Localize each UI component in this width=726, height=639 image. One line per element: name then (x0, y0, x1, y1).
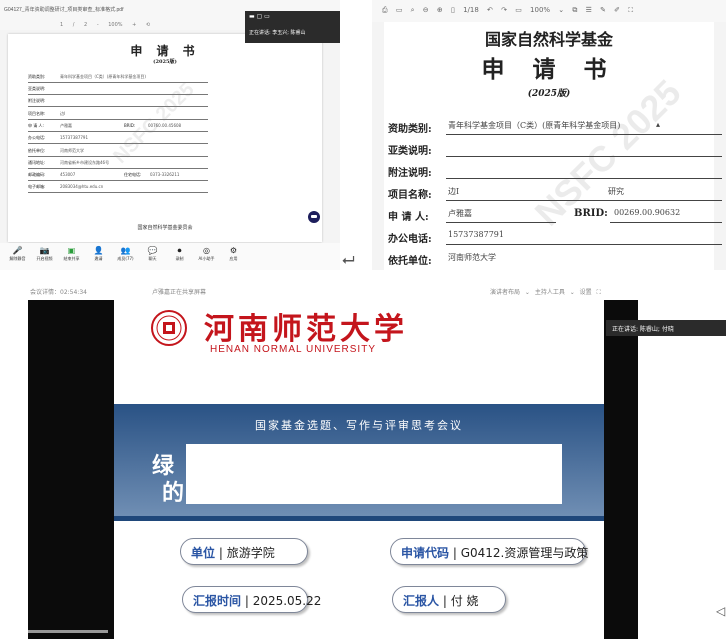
form-row: 项目名称: 边I 研究 (388, 182, 722, 204)
doc-footer: 国家自然科学基金委员会 (137, 225, 193, 231)
apply-code-pill: 申请代码 | G0412.资源管理与政策 (390, 538, 588, 565)
share-icon: ▣ (67, 246, 76, 255)
form-row: 附注说明: (28, 98, 208, 107)
floating-chat-icon[interactable] (308, 211, 320, 223)
form-row: 亚类说明: (28, 86, 208, 95)
form-row: 资助类别: 青年科学基金项目（C类）(原青年科学基金项目) ▴ (388, 116, 722, 138)
phone-value: 0373-3326211 (150, 172, 180, 177)
stop-share-button[interactable]: ▣ 结束共享 (58, 243, 85, 270)
speaker-panel: ▬ ▢ ▭ 正在讲话: 李玉兴; 陈睿山 (245, 11, 340, 43)
ai-icon: ◎ (203, 246, 210, 255)
back-arrow-icon[interactable]: ⮠ (342, 250, 355, 270)
invite-button[interactable]: 👤 邀请 (85, 243, 112, 270)
reporter-pill: 汇报人 | 付 娆 (392, 586, 506, 613)
doc-title: 申 请 书 (130, 44, 200, 58)
form-row: 资助类别: 青年科学基金项目（C类）(原青年科学基金项目) (28, 74, 208, 83)
brid-label: BRID: (574, 208, 608, 219)
document-viewer-right: ⎙ ▭ ⌕ ⊖ ⊕ ▯ 1/18 ↶ ↷ ▭ 100% ⌄ ⧉ ☰ ✎ ✐ ⛶ … (372, 0, 726, 270)
report-time-pill: 汇报时间 | 2025.05.22 (182, 586, 321, 613)
university-seal-icon (151, 310, 187, 346)
meeting-time[interactable]: 会议详情：02:54:34 (30, 287, 87, 296)
ai-assistant-button[interactable]: ◎ AI小助手 (193, 243, 220, 270)
doc-year: (2025版) (153, 59, 177, 65)
camera-icon: 📷 (39, 246, 50, 255)
brid-value: 00760.00.45608 (148, 123, 182, 128)
start-video-button[interactable]: 📷 开启视频 (31, 243, 58, 270)
form-row: 项目名称: 边I (28, 111, 208, 120)
brid-value: 00269.00.90632 (614, 208, 681, 217)
invite-icon: 👤 (93, 246, 104, 255)
collapse-panel-icon[interactable]: ◁ (716, 604, 725, 618)
slide-title-line2: 的 (162, 481, 185, 506)
shared-screen-view: 会议详情：02:54:34 卢雅嘉正在共享屏幕 演讲者布局 ⌄ 主持人工具 ⌄ … (0, 282, 726, 639)
mic-icon: 🎤 (12, 246, 23, 255)
layout-controls[interactable]: 演讲者布局 ⌄ 主持人工具 ⌄ 设置 ⛶ (490, 287, 601, 297)
phone-label: 住宅电话: (124, 172, 142, 177)
brid-label: BRID: (124, 123, 136, 128)
meeting-top-bar: 会议详情：02:54:34 卢雅嘉正在共享屏幕 演讲者布局 ⌄ 主持人工具 ⌄ … (0, 282, 726, 300)
speaking-indicator: 正在讲话: 陈睿山; 付晓 (606, 320, 726, 336)
form-row: 办公电话: 15737387791 (388, 226, 722, 248)
apps-button[interactable]: ⚙ 应用 (220, 243, 247, 270)
speaking-indicator: 正在讲话: 李玉兴; 陈睿山 (249, 30, 306, 36)
window-controls-icon[interactable]: ▬ ▢ ▭ (249, 13, 329, 23)
doc-heading: 国家自然科学基金 (484, 30, 613, 49)
scrollbar[interactable] (28, 630, 108, 633)
members-icon: 👥 (120, 246, 131, 255)
form-row: 办公电话: 15737387791 (28, 135, 208, 144)
university-name-cn: 河南师范大学 (204, 312, 408, 347)
pdf-page: 申 请 书 (2025版) NSFC 2025 资助类别: 青年科学基金项目（C类… (8, 34, 322, 242)
record-icon: ⏺ (177, 246, 182, 255)
pdf-toolbar-right[interactable]: ⎙ ▭ ⌕ ⊖ ⊕ ▯ 1/18 ↶ ↷ ▭ 100% ⌄ ⧉ ☰ ✎ ✐ ⛶ (372, 0, 726, 22)
form-row: 邮政编码: 453007 住宅电话: 0373-3326211 (28, 172, 208, 181)
pdf-page-right: 国家自然科学基金 申 请 书 (2025版) NSFC 2025 资助类别: 青… (384, 22, 722, 270)
dropdown-caret-icon[interactable]: ▴ (656, 120, 660, 129)
form-row: 亚类说明: (388, 138, 722, 160)
university-name-en: HENAN NORMAL UNIVERSITY (210, 344, 376, 355)
chat-button[interactable]: 💬 聊天 (139, 243, 166, 270)
conference-title: 国家基金选题、写作与评审思考会议 (255, 419, 463, 432)
apps-icon: ⚙ (229, 246, 238, 255)
members-button[interactable]: 👥 成员(77) (112, 243, 139, 270)
form-row: 通讯地址: 河南省新乡市建设东路46号 (28, 160, 208, 169)
form-row: 依托单位: 河南师范大学 (28, 148, 208, 157)
form-row: 附注说明: (388, 160, 722, 182)
meeting-window-left: G04127_青年资助调整研讨_项目类审查_标准格式.pdf 1 / 2 - 1… (0, 0, 340, 270)
meeting-bottom-bar: 🎤 解除静音 📷 开启视频 ▣ 结束共享 👤 邀请 👥 成员(77) 💬 聊天 ⏺ 录制 ◎ A… (0, 243, 340, 270)
record-button[interactable]: ⏺ 录制 (166, 243, 193, 270)
unmute-button[interactable]: 🎤 解除静音 (4, 243, 31, 270)
unit-pill: 单位 | 旅游学院 (180, 538, 308, 565)
redaction-box (186, 444, 562, 504)
right-letterbox (604, 300, 638, 639)
pdf-toolbar[interactable]: 1 / 2 - 100% + ⟲ (0, 22, 245, 34)
form-row: 申 请 人: 卢雅嘉 BRID: 00760.00.45608 (28, 123, 208, 132)
chat-icon: 💬 (147, 246, 158, 255)
sharing-indicator: 卢雅嘉正在共享屏幕 (152, 289, 207, 296)
left-letterbox (28, 300, 114, 639)
presentation-slide: 河南师范大学 HENAN NORMAL UNIVERSITY 国家基金选题、写作… (114, 300, 604, 639)
form-row: 申 请 人: 卢雅嘉 BRID: 00269.00.90632 (388, 204, 722, 226)
form-row: 电子邮箱: 2083034@htu.edu.cn (28, 184, 208, 193)
form-row: 依托单位: 河南师范大学 (388, 253, 496, 267)
